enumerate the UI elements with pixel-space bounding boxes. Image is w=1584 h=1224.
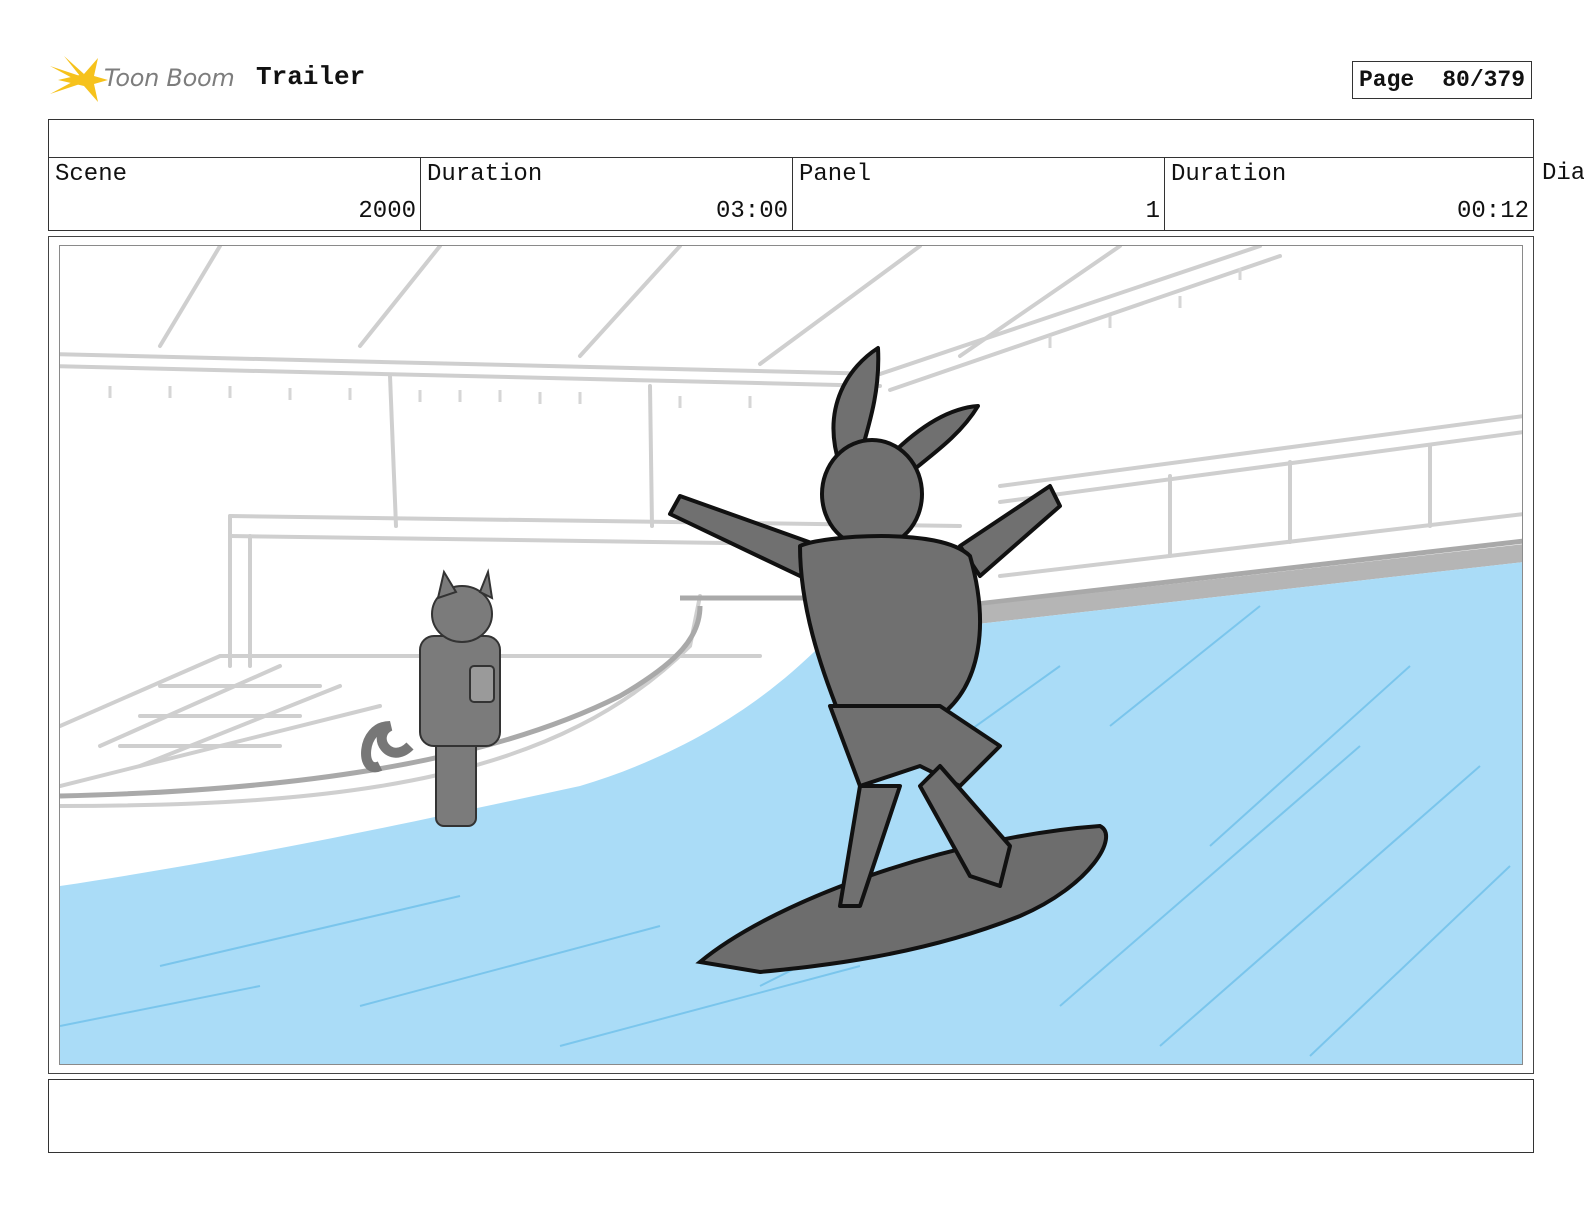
scene-cell: Scene 2000 [49, 157, 421, 231]
panel-cell: Panel 1 [793, 157, 1165, 231]
panel-duration-label: Duration [1171, 161, 1287, 188]
hanging-lights [108, 268, 1242, 408]
panel-value: 1 [1145, 198, 1160, 225]
dialog-label-truncated: Dia [1542, 160, 1584, 187]
panel-label: Panel [799, 161, 872, 188]
scene-duration-value: 03:00 [715, 198, 788, 225]
panel-drawing [60, 246, 1522, 1064]
panel-artwork [59, 245, 1523, 1065]
cat-character [361, 568, 501, 827]
logo-text: Toon Boom [104, 64, 235, 92]
header-blank-row [49, 120, 1533, 158]
panel-info-table: Scene 2000 Duration 03:00 Panel 1 Durati… [48, 119, 1534, 231]
panel-duration-cell: Duration 00:12 [1165, 157, 1533, 231]
project-title: Trailer [256, 62, 366, 92]
page-indicator: Page 80/379 [1352, 61, 1532, 99]
storyboard-panel [48, 236, 1534, 1074]
scene-duration-label: Duration [427, 161, 543, 188]
scene-value: 2000 [358, 198, 416, 225]
page-value: 80/379 [1442, 67, 1526, 93]
page-label: Page [1359, 67, 1415, 93]
scene-duration-cell: Duration 03:00 [421, 157, 793, 231]
scene-label: Scene [55, 161, 128, 188]
caption-box [48, 1079, 1534, 1153]
wave-water [60, 562, 1522, 1064]
panel-duration-value: 00:12 [1456, 198, 1529, 225]
